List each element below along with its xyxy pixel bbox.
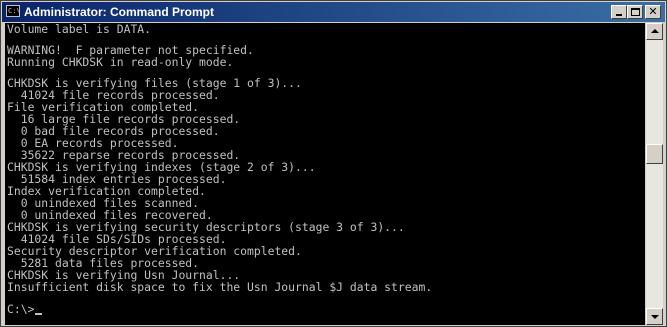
minimize-icon <box>616 14 622 16</box>
close-button[interactable]: ✕ <box>645 5 661 19</box>
console-output-area[interactable]: Volume label is DATA. WARNING! F paramete… <box>5 23 645 325</box>
command-prompt-icon[interactable]: C:\ <box>6 5 20 17</box>
command-prompt: C:\> <box>7 302 35 316</box>
console-line: Insufficient disk space to fix the Usn J… <box>7 280 433 294</box>
maximize-icon <box>631 8 640 16</box>
text-cursor <box>35 313 43 315</box>
console-line: Running CHKDSK in read-only mode. <box>7 55 234 69</box>
scroll-thumb[interactable] <box>646 144 663 165</box>
minimize-button[interactable] <box>611 5 627 19</box>
close-icon: ✕ <box>648 5 658 18</box>
app-icon-text: C:\ <box>8 7 20 15</box>
window-title: Administrator: Command Prompt <box>24 5 215 19</box>
up-arrow-icon <box>651 29 659 33</box>
console-lines: Volume label is DATA. WARNING! F paramete… <box>5 23 645 293</box>
prompt-line[interactable]: C:\> <box>5 303 645 315</box>
command-prompt-window: C:\ Administrator: Command Prompt ✕ Volu… <box>0 0 667 327</box>
console-line: Volume label is DATA. <box>7 23 152 36</box>
down-arrow-icon <box>651 315 659 319</box>
title-bar[interactable]: C:\ Administrator: Command Prompt ✕ <box>2 2 665 22</box>
maximize-button[interactable] <box>627 5 643 19</box>
scroll-down-button[interactable] <box>646 308 663 325</box>
scroll-up-button[interactable] <box>646 23 663 40</box>
vertical-scrollbar[interactable] <box>646 23 663 325</box>
